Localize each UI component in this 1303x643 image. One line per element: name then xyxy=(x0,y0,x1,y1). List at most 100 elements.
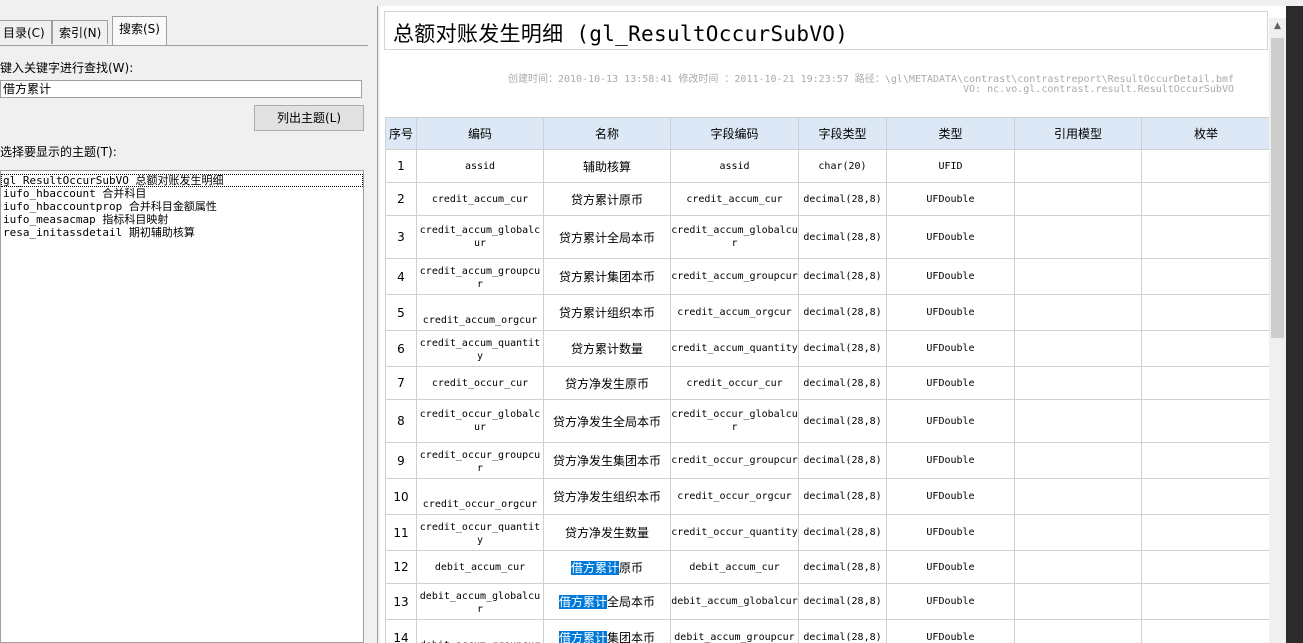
topic-item[interactable]: iufo_hbaccountprop 合并科目金额属性 xyxy=(1,200,363,213)
table-row: 4 credit_accum_groupcur 贷方累计集团本币 credit_acc… xyxy=(385,258,1271,295)
cell-field-code: debit_accum_cur xyxy=(670,550,799,584)
table-row: 11 credit_occur_quantity 贷方净发生数量 credit_occ… xyxy=(385,514,1271,551)
topic-item[interactable]: iufo_hbaccount 合并科目 xyxy=(1,187,363,200)
cell-enum xyxy=(1141,399,1271,443)
cell-no: 3 xyxy=(385,215,417,259)
page-title: 总额对账发生明细 (gl_ResultOccurSubVO) xyxy=(393,22,849,46)
table-row: 8 credit_occur_globalcur 贷方净发生全局本币 credit_o… xyxy=(385,399,1271,443)
cell-ref-model xyxy=(1014,619,1142,643)
col-header-type: 类型 xyxy=(886,117,1015,150)
cell-ref-model xyxy=(1014,478,1142,515)
cell-code: credit_accum_quantity xyxy=(416,330,544,367)
cell-type: UFDouble xyxy=(886,330,1015,367)
scrollbar-thumb[interactable] xyxy=(1271,38,1284,338)
cell-type: UFDouble xyxy=(886,478,1015,515)
keyword-input[interactable]: 借方累计 xyxy=(0,80,362,98)
cell-name: 贷方净发生原币 xyxy=(543,366,671,400)
cell-field-code: debit_accum_globalcur xyxy=(670,583,799,620)
cell-code: debit_accum_cur xyxy=(416,550,544,584)
cell-field-code: credit_accum_cur xyxy=(670,182,799,216)
cell-no: 9 xyxy=(385,442,417,479)
cell-name-text: 贷方净发生数量 xyxy=(564,526,649,540)
cell-no: 1 xyxy=(385,149,417,183)
help-navigation-pane: 目录(C) 索引(N) 搜索(S) 键入关键字进行查找(W): 借方累计 列出主… xyxy=(0,6,368,643)
cell-type: UFDouble xyxy=(886,294,1015,331)
tab-index[interactable]: 索引(N) xyxy=(52,20,109,44)
cell-field-type: decimal(28,8) xyxy=(798,330,887,367)
cell-name-text: 原币 xyxy=(619,560,644,575)
cell-field-type: decimal(28,8) xyxy=(798,583,887,620)
cell-field-type: decimal(28,8) xyxy=(798,399,887,443)
cell-type: UFDouble xyxy=(886,182,1015,216)
cell-name-text: 贷方累计数量 xyxy=(570,342,643,356)
tab-contents[interactable]: 目录(C) xyxy=(0,20,52,44)
cell-field-code: credit_accum_globalcur xyxy=(670,215,799,259)
topics-listbox[interactable]: gl_ResultOccurSubVO 总额对账发生明细 iufo_hbacco… xyxy=(0,170,364,643)
col-header-enum: 枚举 xyxy=(1141,117,1271,150)
cell-ref-model xyxy=(1014,550,1142,584)
cell-field-code: debit_accum_groupcur xyxy=(670,619,799,643)
table-row: 1 assid 辅助核算 assid char(20) UFID xyxy=(385,149,1271,183)
col-header-field-type: 字段类型 xyxy=(798,117,887,150)
table-row: 10 credit_occur_orgcur 贷方净发生组织本币 credit_occ… xyxy=(385,478,1271,515)
cell-field-code: assid xyxy=(670,149,799,183)
cell-field-type: decimal(28,8) xyxy=(798,258,887,295)
table-header-row: 序号 编码 名称 字段编码 字段类型 类型 引用模型 枚举 xyxy=(385,117,1271,150)
tab-search[interactable]: 搜索(S) xyxy=(112,16,167,45)
cell-ref-model xyxy=(1014,366,1142,400)
cell-name: 贷方累计全局本币 xyxy=(543,215,671,259)
topic-item[interactable]: resa_initassdetail 期初辅助核算 xyxy=(1,226,363,239)
cell-ref-model xyxy=(1014,215,1142,259)
table-row: 7 credit_occur_cur 贷方净发生原币 credit_occur_cur… xyxy=(385,366,1271,400)
cell-no: 6 xyxy=(385,330,417,367)
cell-no: 13 xyxy=(385,583,417,620)
pane-splitter[interactable] xyxy=(368,6,380,643)
cell-no: 4 xyxy=(385,258,417,295)
cell-ref-model xyxy=(1014,182,1142,216)
topic-item[interactable]: iufo_measacmap 指标科目映射 xyxy=(1,213,363,226)
table-row: 3 credit_accum_globalcur 贷方累计全局本币 credit_ac… xyxy=(385,215,1271,259)
cell-ref-model xyxy=(1014,583,1142,620)
cell-field-code: credit_occur_cur xyxy=(670,366,799,400)
list-topics-button[interactable]: 列出主题(L) xyxy=(254,105,364,131)
cell-field-code: credit_occur_groupcur xyxy=(670,442,799,479)
cell-type: UFDouble xyxy=(886,442,1015,479)
metadata-line-created: 创建时间：2010-10-13 13:58:41 修改时间 ：2011-10-2… xyxy=(507,74,1234,85)
cell-code: credit_accum_groupcur xyxy=(416,258,544,295)
cell-name-text: 贷方累计全局本币 xyxy=(558,230,655,245)
cell-code: credit_accum_orgcur xyxy=(416,294,544,331)
cell-type: UFDouble xyxy=(886,619,1015,643)
cell-name-text: 集团本币 xyxy=(607,631,656,643)
cell-code: credit_occur_globalcur xyxy=(416,399,544,443)
topic-item[interactable]: gl_ResultOccurSubVO 总额对账发生明细 xyxy=(1,174,363,187)
table-row: 13 debit_accum_globalcur 借方累计全局本币 debit_acc… xyxy=(385,583,1271,620)
scroll-up-icon[interactable]: ▲ xyxy=(1269,18,1286,35)
cell-type: UFDouble xyxy=(886,550,1015,584)
search-highlight: 借方累计 xyxy=(570,560,619,575)
col-header-no: 序号 xyxy=(385,117,417,150)
cell-ref-model xyxy=(1014,258,1142,295)
cell-code: assid xyxy=(416,149,544,183)
cell-enum xyxy=(1141,514,1271,551)
cell-ref-model xyxy=(1014,149,1142,183)
cell-no: 5 xyxy=(385,294,417,331)
cell-name-text: 辅助核算 xyxy=(582,159,631,174)
cell-ref-model xyxy=(1014,399,1142,443)
cell-field-type: decimal(28,8) xyxy=(798,442,887,479)
cell-enum xyxy=(1141,583,1271,620)
cell-name: 贷方累计数量 xyxy=(543,330,671,367)
cell-field-code: credit_occur_quantity xyxy=(670,514,799,551)
cell-code: credit_occur_orgcur xyxy=(416,478,544,515)
window-edge xyxy=(1286,6,1303,643)
cell-enum xyxy=(1141,619,1271,643)
cell-field-code: credit_accum_groupcur xyxy=(670,258,799,295)
cell-name-text: 贷方净发生原币 xyxy=(564,376,649,391)
tab-divider xyxy=(0,45,368,46)
cell-code: credit_accum_globalcur xyxy=(416,215,544,259)
cell-enum xyxy=(1141,442,1271,479)
cell-enum xyxy=(1141,149,1271,183)
cell-field-code: credit_occur_orgcur xyxy=(670,478,799,515)
table-row: 5 credit_accum_orgcur 贷方累计组织本币 credit_accum… xyxy=(385,294,1271,331)
vertical-scrollbar[interactable]: ▲ xyxy=(1269,18,1286,643)
cell-type: UFDouble xyxy=(886,399,1015,443)
